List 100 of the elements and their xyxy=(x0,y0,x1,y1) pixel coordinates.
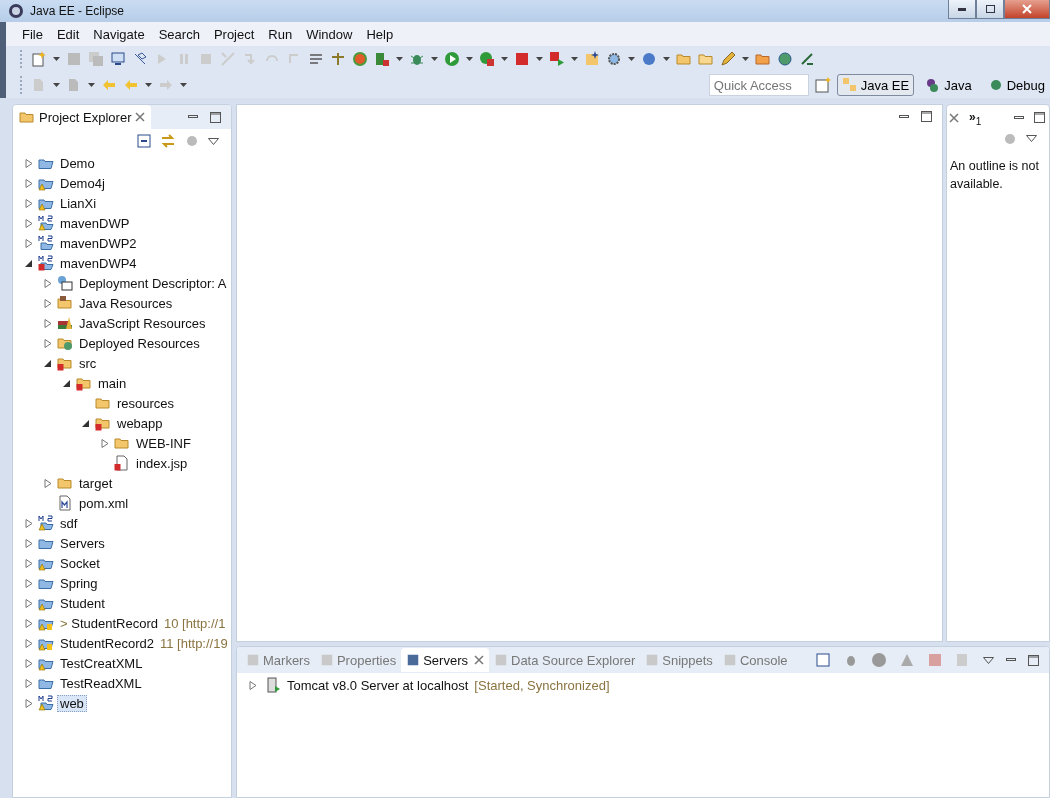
tree-item[interactable]: Deployed Resources xyxy=(76,334,203,352)
link-arrows-icon[interactable] xyxy=(160,133,176,149)
panel-tab[interactable]: Properties xyxy=(314,648,402,672)
view-menu-icon[interactable] xyxy=(1026,135,1037,143)
panel-tab[interactable]: Servers xyxy=(401,648,489,672)
dropdown-caret-icon[interactable] xyxy=(396,57,403,61)
collapsed-arrow-icon[interactable] xyxy=(99,437,111,449)
collapsed-arrow-icon[interactable] xyxy=(247,679,259,691)
collapsed-arrow-icon[interactable] xyxy=(42,477,54,489)
dropdown-caret-icon[interactable] xyxy=(663,57,670,61)
tree-item[interactable]: Socket xyxy=(57,554,103,572)
tree-item[interactable]: mavenDWP xyxy=(57,214,133,232)
overflow-tabs-indicator[interactable]: »$_{1}$ xyxy=(969,109,982,127)
dropdown-caret-icon[interactable] xyxy=(431,57,438,61)
minimize-window-button[interactable] xyxy=(948,0,976,19)
gear-icon[interactable] xyxy=(606,51,622,67)
menu-item[interactable]: Help xyxy=(360,24,400,44)
maximize-icon[interactable] xyxy=(1028,654,1039,666)
maximize-icon[interactable] xyxy=(210,111,221,123)
tree-item[interactable]: Demo xyxy=(57,154,98,172)
tree-item[interactable]: Servers xyxy=(57,534,108,552)
open-folder-icon[interactable] xyxy=(676,51,692,67)
dropdown-caret-icon[interactable] xyxy=(88,83,95,87)
menu-item[interactable]: Edit xyxy=(50,24,86,44)
menu-item[interactable]: Window xyxy=(300,24,359,44)
tree-item[interactable]: StudentRecord2 xyxy=(57,634,157,652)
tree-item[interactable]: sdf xyxy=(57,514,81,532)
collapse-all-icon[interactable] xyxy=(136,133,152,149)
tree-item[interactable]: Java Resources xyxy=(76,294,176,312)
collapsed-arrow-icon[interactable] xyxy=(23,157,35,169)
tree-item[interactable]: mavenDWP4 xyxy=(57,254,140,272)
open-perspective-icon[interactable] xyxy=(814,77,831,93)
view-menu-icon[interactable] xyxy=(983,656,994,664)
perspective-button[interactable]: Java xyxy=(920,74,977,96)
dropdown-caret-icon[interactable] xyxy=(53,57,60,61)
tree-item[interactable]: Spring xyxy=(57,574,101,592)
quick-access-field[interactable]: Quick Access xyxy=(708,74,809,96)
maximize-icon[interactable] xyxy=(921,111,932,122)
tree-item[interactable]: TestReadXML xyxy=(57,674,145,692)
menu-item[interactable]: Search xyxy=(152,24,206,44)
dropdown-caret-icon[interactable] xyxy=(628,57,635,61)
menu-item[interactable]: Navigate xyxy=(87,24,151,44)
tree-item[interactable]: > StudentRecord xyxy=(57,614,161,632)
dropdown-caret-icon[interactable] xyxy=(180,83,187,87)
tree-item[interactable]: pom.xml xyxy=(76,494,132,512)
tree-item[interactable]: main xyxy=(95,374,130,392)
menu-item[interactable]: Project xyxy=(207,24,261,44)
close-icon[interactable] xyxy=(949,112,959,123)
collapsed-arrow-icon[interactable] xyxy=(23,677,35,689)
server-run-icon[interactable] xyxy=(374,51,390,67)
run-icon[interactable] xyxy=(444,51,460,67)
tree-item[interactable]: Deployment Descriptor: A xyxy=(76,274,230,292)
perspective-button[interactable]: Debug xyxy=(982,74,1050,96)
tree-item[interactable]: WEB-INF xyxy=(133,434,194,452)
tree-item[interactable]: Student xyxy=(57,594,108,612)
globe-icon[interactable] xyxy=(777,51,793,67)
tree-item[interactable]: webapp xyxy=(114,414,166,432)
folder-icon[interactable] xyxy=(698,51,714,67)
collapsed-arrow-icon[interactable] xyxy=(23,577,35,589)
perspective-button[interactable]: Java EE xyxy=(836,74,915,96)
collapsed-arrow-icon[interactable] xyxy=(23,177,35,189)
run-external-icon[interactable] xyxy=(479,51,495,67)
tree-item[interactable]: resources xyxy=(114,394,178,412)
collapsed-arrow-icon[interactable] xyxy=(23,537,35,549)
tree-item[interactable]: Demo4j xyxy=(57,174,108,192)
tree-item[interactable]: src xyxy=(76,354,100,372)
collapsed-arrow-icon[interactable] xyxy=(23,617,35,629)
stop-icon[interactable] xyxy=(514,51,530,67)
maximize-icon[interactable] xyxy=(1034,112,1045,124)
panel-tab[interactable]: Snippets xyxy=(640,648,718,672)
dropdown-caret-icon[interactable] xyxy=(501,57,508,61)
pencil-icon[interactable] xyxy=(720,51,736,67)
tree-item[interactable]: target xyxy=(76,474,116,492)
panel-tab[interactable]: Console xyxy=(717,648,793,672)
collapsed-arrow-icon[interactable] xyxy=(23,697,35,709)
panel-tab[interactable]: Data Source Explorer xyxy=(489,648,641,672)
new-class-icon[interactable] xyxy=(584,51,600,67)
dropdown-caret-icon[interactable] xyxy=(53,83,60,87)
collapsed-arrow-icon[interactable] xyxy=(23,197,35,209)
dropdown-caret-icon[interactable] xyxy=(742,57,749,61)
new-file-icon[interactable] xyxy=(31,51,47,67)
collapsed-arrow-icon[interactable] xyxy=(23,217,35,229)
dropdown-caret-icon[interactable] xyxy=(536,57,543,61)
collapsed-arrow-icon[interactable] xyxy=(23,657,35,669)
monitor-icon[interactable] xyxy=(110,51,126,67)
tree-item[interactable]: mavenDWP2 xyxy=(57,234,140,252)
panel-tab[interactable]: Markers xyxy=(241,648,315,672)
tree-item[interactable]: web xyxy=(57,694,87,712)
dropdown-caret-icon[interactable] xyxy=(466,57,473,61)
menu-item[interactable]: File xyxy=(16,24,49,44)
tree-item[interactable]: LianXi xyxy=(57,194,100,212)
collapsed-arrow-icon[interactable] xyxy=(42,317,54,329)
dropdown-caret-icon[interactable] xyxy=(571,57,578,61)
collapsed-arrow-icon[interactable] xyxy=(23,517,35,529)
dropdown-caret-icon[interactable] xyxy=(145,83,152,87)
menu-item[interactable]: Run xyxy=(262,24,299,44)
collapsed-arrow-icon[interactable] xyxy=(23,557,35,569)
tree-item[interactable]: TestCreatXML xyxy=(57,654,146,672)
server-name[interactable]: Tomcat v8.0 Server at localhost xyxy=(287,677,469,693)
tree-item[interactable]: index.jsp xyxy=(133,454,191,472)
